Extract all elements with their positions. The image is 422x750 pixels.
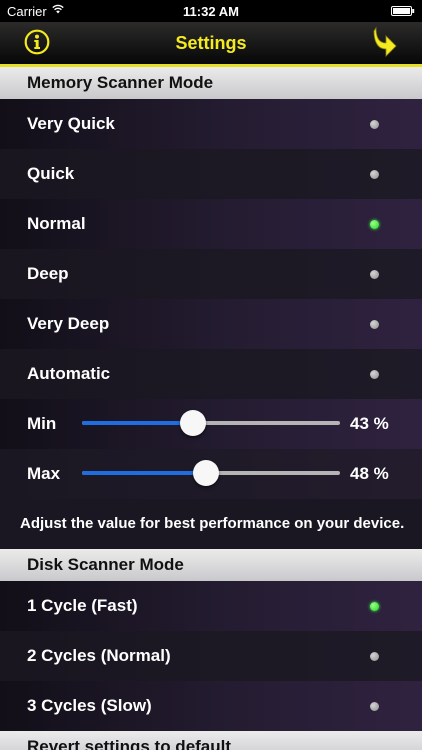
radio-indicator-icon xyxy=(370,120,379,129)
max-slider-row: Max 48 % xyxy=(0,449,422,499)
settings-list: Memory Scanner Mode Very Quick Quick Nor… xyxy=(0,67,422,750)
option-label: Very Deep xyxy=(27,314,110,333)
option-3-cycles[interactable]: 3 Cycles (Slow) xyxy=(0,681,422,731)
option-label: Quick xyxy=(27,164,75,183)
memory-scanner-header: Memory Scanner Mode xyxy=(0,67,422,99)
option-1-cycle[interactable]: 1 Cycle (Fast) xyxy=(0,581,422,631)
max-slider-fill xyxy=(82,471,206,475)
selected-indicator-icon xyxy=(370,220,379,229)
option-deep[interactable]: Deep xyxy=(0,249,422,299)
min-value: 43 % xyxy=(350,414,389,433)
option-very-deep[interactable]: Very Deep xyxy=(0,299,422,349)
radio-indicator-icon xyxy=(370,170,379,179)
max-slider-thumb[interactable] xyxy=(192,460,219,486)
option-label: Normal xyxy=(27,214,86,233)
performance-note: Adjust the value for best performance on… xyxy=(0,499,422,549)
radio-indicator-icon xyxy=(370,320,379,329)
option-quick[interactable]: Quick xyxy=(0,149,422,199)
option-automatic[interactable]: Automatic xyxy=(0,349,422,399)
min-slider-row: Min 43 % xyxy=(0,399,422,449)
min-label: Min xyxy=(27,414,57,433)
disk-scanner-header: Disk Scanner Mode xyxy=(0,549,422,581)
battery-icon xyxy=(391,6,415,16)
min-slider-thumb[interactable] xyxy=(179,410,206,436)
radio-indicator-icon xyxy=(370,702,379,711)
max-slider[interactable] xyxy=(82,460,340,486)
option-label: Deep xyxy=(27,264,69,283)
min-slider[interactable] xyxy=(82,410,340,436)
radio-indicator-icon xyxy=(370,652,379,661)
status-bar: Carrier 11:32 AM xyxy=(0,0,422,22)
radio-indicator-icon xyxy=(370,270,379,279)
option-label: 2 Cycles (Normal) xyxy=(27,646,171,665)
option-normal[interactable]: Normal xyxy=(0,199,422,249)
option-label: 1 Cycle (Fast) xyxy=(27,596,138,615)
radio-indicator-icon xyxy=(370,370,379,379)
max-value: 48 % xyxy=(350,464,389,483)
selected-indicator-icon xyxy=(370,602,379,611)
option-label: Very Quick xyxy=(27,114,115,133)
return-arrow-icon[interactable] xyxy=(372,25,398,59)
option-label: 3 Cycles (Slow) xyxy=(27,696,152,715)
status-time: 11:32 AM xyxy=(183,4,239,19)
max-label: Max xyxy=(27,464,61,483)
option-2-cycles[interactable]: 2 Cycles (Normal) xyxy=(0,631,422,681)
navigation-bar: Settings xyxy=(0,22,422,67)
revert-settings-button[interactable]: Revert settings to default xyxy=(0,731,422,750)
settings-screen: Carrier 11:32 AM Settings Memory Scanner… xyxy=(0,0,422,750)
option-label: Automatic xyxy=(27,364,111,383)
option-very-quick[interactable]: Very Quick xyxy=(0,99,422,149)
page-title: Settings xyxy=(175,33,247,53)
min-slider-fill xyxy=(82,421,193,425)
